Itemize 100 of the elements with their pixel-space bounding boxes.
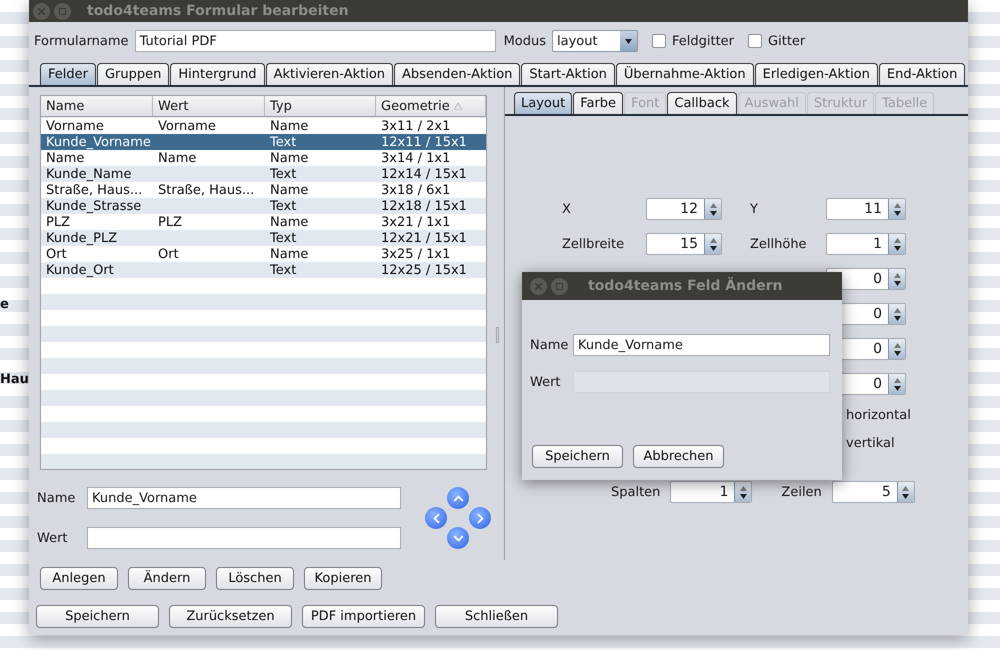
input-field[interactable]: Kunde_Vorname (573, 334, 830, 356)
table-row[interactable]: Kunde_Strasse Text 12x18 / 15x1 (41, 198, 486, 214)
table-cell-text: Text (269, 198, 298, 214)
table-cell-text: Name (269, 182, 310, 198)
field-label: Name (530, 338, 570, 352)
triangle-down-icon (710, 210, 716, 216)
number-spinner[interactable]: 5 (832, 481, 915, 503)
tab[interactable]: Start-Aktion (521, 63, 615, 85)
table-row[interactable]: PLZ PLZ Name 3x21 / 1x1 (41, 214, 486, 230)
triangle-down-icon (902, 494, 910, 498)
form-name-field[interactable]: Tutorial PDF (134, 30, 496, 52)
dialog-button[interactable]: Speichern (532, 445, 623, 468)
chevron-up-button[interactable] (447, 487, 469, 509)
checkbox[interactable] (748, 34, 762, 48)
table-cell-text: Name (269, 214, 310, 230)
background-text: e (0, 297, 9, 312)
table-cell-text: 12x14 / 15x1 (380, 166, 468, 182)
footer-button[interactable]: Schließen (435, 605, 558, 628)
dialog-button[interactable]: Abbrechen (633, 445, 724, 468)
table-cell-text: Kunde_PLZ (45, 230, 118, 246)
triangle-down-icon (894, 210, 900, 216)
tab[interactable]: Absenden-Aktion (394, 63, 520, 85)
tab: Auswahl (738, 92, 806, 114)
triangle-up-icon (894, 202, 900, 208)
maximize-button[interactable] (54, 2, 71, 20)
table-row[interactable]: Straße, Haus... Straße, Haus... Name 3x18 / 6x1 (41, 182, 486, 198)
checkbox[interactable] (652, 34, 666, 48)
table-row[interactable]: Kunde_Ort Text 12x25 / 15x1 (41, 262, 486, 278)
table-row[interactable]: Kunde_Name Text 12x14 / 15x1 (41, 166, 486, 182)
table-cell-text: Name (45, 150, 86, 166)
action-button[interactable]: Löschen (216, 567, 294, 590)
table-cell-text: PLZ (157, 214, 183, 230)
tab[interactable]: Aktivieren-Aktion (266, 63, 394, 85)
tab: Tabelle (875, 92, 934, 114)
table-cell-text: Text (269, 262, 298, 278)
input-field[interactable]: Kunde_Vorname (87, 487, 401, 509)
table-cell-text: Kunde_Ort (45, 262, 115, 278)
square-icon (59, 8, 66, 14)
chevron-down-button[interactable] (447, 527, 469, 549)
number-spinner[interactable]: 11 (826, 198, 906, 220)
column-header[interactable]: Typ (265, 96, 376, 116)
triangle-up-icon (740, 486, 747, 490)
triangle-down-icon (710, 246, 716, 250)
number-spinner[interactable]: 12 (646, 198, 722, 220)
window-title: todo4teams Formular bearbeiten (87, 3, 349, 19)
table-row[interactable]: Kunde_Vorname Text 12x11 / 15x1 (41, 134, 486, 150)
field-label: Wert (530, 374, 562, 390)
chevron-left-button[interactable] (425, 507, 447, 529)
action-button[interactable]: Anlegen (40, 567, 118, 590)
column-header[interactable]: Geometrie (376, 96, 486, 116)
action-button[interactable]: Kopieren (304, 567, 382, 590)
tab[interactable]: Callback (667, 92, 737, 114)
triangle-up-icon (894, 238, 900, 242)
action-button[interactable]: Ändern (128, 567, 206, 590)
column-header[interactable]: Wert (153, 96, 265, 116)
splitter-grip[interactable] (496, 327, 499, 343)
number-spinner[interactable]: 1 (826, 233, 906, 255)
chevron-right-button[interactable] (469, 507, 491, 529)
column-header[interactable]: Name (41, 96, 153, 116)
table-cell-text: 3x21 / 1x1 (380, 214, 452, 230)
table-row[interactable]: Name Name Name 3x14 / 1x1 (41, 150, 486, 166)
triangle-down-icon (625, 38, 632, 44)
tab[interactable]: Farbe (573, 92, 624, 114)
tab[interactable]: Gruppen (96, 63, 170, 85)
table-cell-text: 3x25 / 1x1 (380, 246, 452, 262)
close-button[interactable] (33, 2, 50, 20)
tab[interactable]: Felder (40, 63, 96, 85)
tab[interactable]: Layout (514, 92, 572, 114)
field-label: Spalten (611, 484, 660, 500)
input-field[interactable] (87, 527, 401, 549)
table-cell-text: 3x18 / 6x1 (380, 182, 452, 198)
maximize-button[interactable] (551, 278, 568, 294)
triangle-up-icon (710, 238, 716, 242)
table-cell-text: Name (269, 246, 310, 262)
number-spinner[interactable]: 15 (646, 233, 722, 255)
table-cell-text: Ort (45, 246, 68, 262)
tab[interactable]: End-Aktion (878, 63, 966, 85)
checkbox-label: Gitter (768, 34, 806, 48)
footer-button[interactable]: Zurücksetzen (169, 605, 292, 628)
number-spinner[interactable]: 1 (670, 481, 752, 503)
table-row[interactable]: Ort Ort Name 3x25 / 1x1 (41, 246, 486, 262)
table-row[interactable]: Vorname Vorname Name 3x11 / 2x1 (41, 118, 486, 134)
mode-dropdown[interactable]: layout (552, 30, 638, 52)
footer-button[interactable]: Speichern (36, 605, 159, 628)
table-cell-text: Straße, Haus... (45, 182, 144, 198)
mode-label: Modus (504, 34, 546, 48)
footer-button[interactable]: PDF importieren (302, 605, 425, 628)
field-label: Zeilen (781, 484, 822, 500)
close-button[interactable] (530, 278, 547, 294)
table-row[interactable]: Kunde_PLZ Text 12x21 / 15x1 (41, 230, 486, 246)
background-text: Hau (0, 372, 29, 387)
table-cell-text: Name (157, 150, 198, 166)
field-label: X (562, 202, 572, 216)
field-label: Wert (37, 530, 69, 546)
tab[interactable]: Hintergrund (170, 63, 265, 85)
table-cell-text: 12x18 / 15x1 (380, 198, 468, 214)
triangle-down-icon (894, 350, 900, 356)
tab: Font (624, 92, 666, 114)
tab[interactable]: Übernahme-Aktion (616, 63, 754, 85)
tab[interactable]: Erledigen-Aktion (754, 63, 878, 85)
